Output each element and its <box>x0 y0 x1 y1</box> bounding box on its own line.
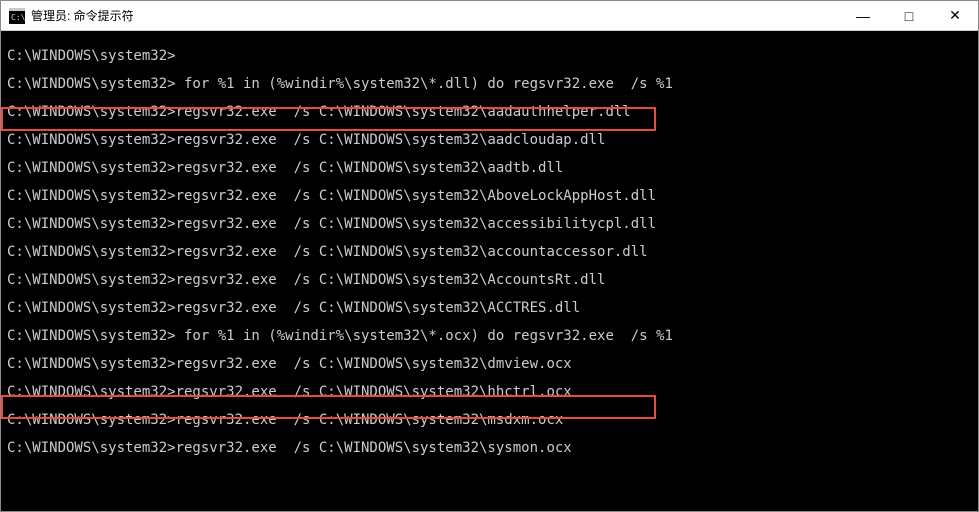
close-button[interactable]: ✕ <box>932 1 978 31</box>
console-line: C:\WINDOWS\system32>regsvr32.exe /s C:\W… <box>7 105 978 119</box>
console-line: C:\WINDOWS\system32>regsvr32.exe /s C:\W… <box>7 301 978 315</box>
console-line: C:\WINDOWS\system32>regsvr32.exe /s C:\W… <box>7 441 978 455</box>
console-area[interactable]: C:\WINDOWS\system32> C:\WINDOWS\system32… <box>1 31 978 511</box>
console-line: C:\WINDOWS\system32> <box>7 49 978 63</box>
close-icon: ✕ <box>949 7 961 24</box>
titlebar[interactable]: C:\ 管理员: 命令提示符 — □ ✕ <box>1 1 978 31</box>
cmd-window: C:\ 管理员: 命令提示符 — □ ✕ C:\WINDOWS\system32… <box>0 0 979 512</box>
console-line: C:\WINDOWS\system32>regsvr32.exe /s C:\W… <box>7 217 978 231</box>
minimize-icon: — <box>856 8 870 24</box>
window-title: 管理员: 命令提示符 <box>31 7 134 24</box>
console-line: C:\WINDOWS\system32>regsvr32.exe /s C:\W… <box>7 413 978 427</box>
maximize-icon: □ <box>905 8 913 24</box>
console-line: C:\WINDOWS\system32> for %1 in (%windir%… <box>7 329 978 343</box>
console-line: C:\WINDOWS\system32>regsvr32.exe /s C:\W… <box>7 273 978 287</box>
minimize-button[interactable]: — <box>840 1 886 31</box>
console-line: C:\WINDOWS\system32> for %1 in (%windir%… <box>7 77 978 91</box>
console-line: C:\WINDOWS\system32>regsvr32.exe /s C:\W… <box>7 357 978 371</box>
svg-text:C:\: C:\ <box>11 13 25 22</box>
console-line: C:\WINDOWS\system32>regsvr32.exe /s C:\W… <box>7 189 978 203</box>
console-line: C:\WINDOWS\system32>regsvr32.exe /s C:\W… <box>7 133 978 147</box>
console-line: C:\WINDOWS\system32>regsvr32.exe /s C:\W… <box>7 161 978 175</box>
console-line: C:\WINDOWS\system32>regsvr32.exe /s C:\W… <box>7 245 978 259</box>
maximize-button[interactable]: □ <box>886 1 932 31</box>
console-line: C:\WINDOWS\system32>regsvr32.exe /s C:\W… <box>7 385 978 399</box>
cmd-icon: C:\ <box>9 8 25 24</box>
